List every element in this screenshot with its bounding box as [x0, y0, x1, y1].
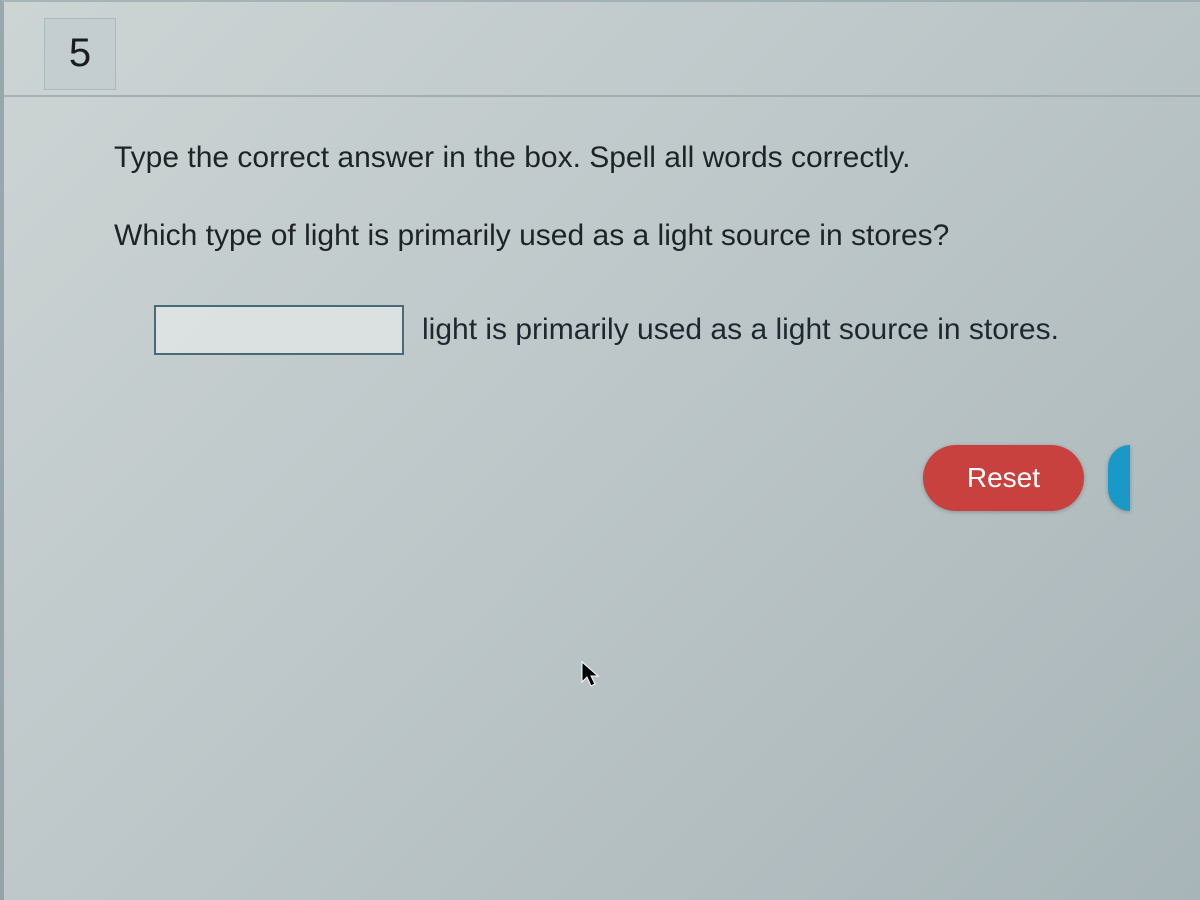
- button-row: Reset: [114, 445, 1140, 511]
- question-prompt: Which type of light is primarily used as…: [114, 215, 1140, 257]
- instruction-text: Type the correct answer in the box. Spel…: [114, 137, 1140, 179]
- next-button[interactable]: [1108, 445, 1130, 511]
- answer-suffix-text: light is primarily used as a light sourc…: [422, 313, 1059, 347]
- question-content: Type the correct answer in the box. Spel…: [4, 97, 1200, 551]
- reset-button[interactable]: Reset: [923, 445, 1084, 511]
- question-header: 5: [4, 2, 1200, 97]
- question-frame: 5 Type the correct answer in the box. Sp…: [0, 0, 1200, 900]
- answer-row: light is primarily used as a light sourc…: [154, 305, 1140, 355]
- answer-input[interactable]: [154, 305, 404, 355]
- question-number-badge: 5: [44, 18, 116, 90]
